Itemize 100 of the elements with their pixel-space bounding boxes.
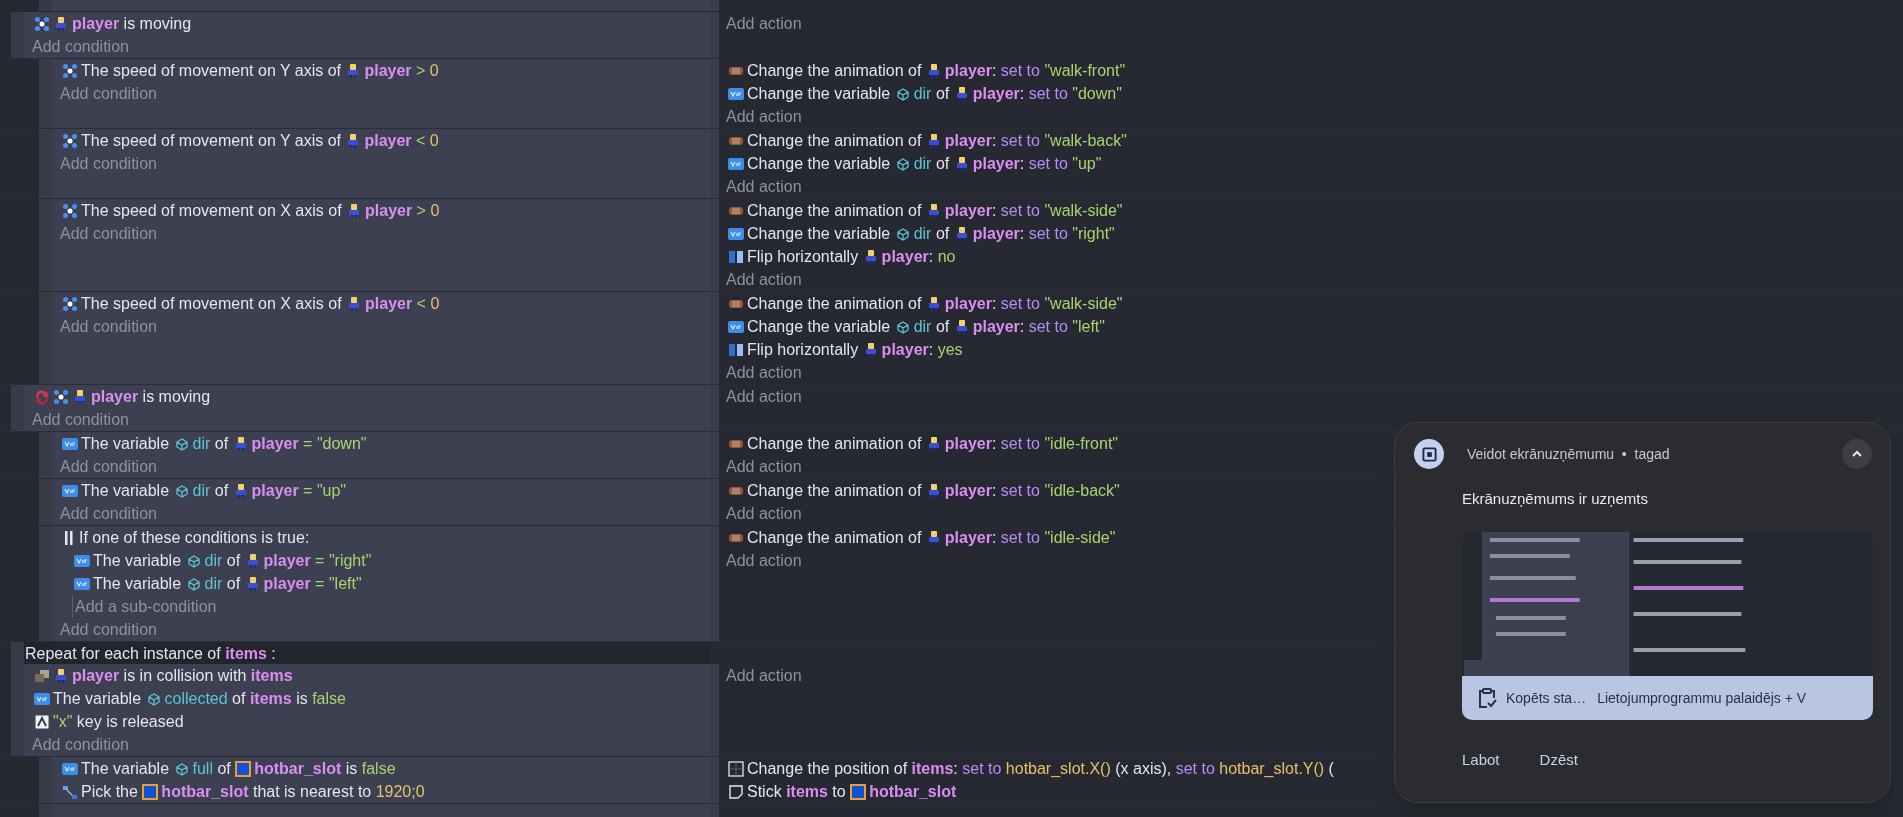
action-text: Stick items to	[747, 782, 847, 802]
add-condition-link[interactable]: Add condition	[60, 458, 157, 475]
notification-action-button[interactable]: Labot	[1462, 748, 1500, 771]
action-text: Change the animation of	[747, 201, 923, 221]
variable-icon	[728, 85, 744, 102]
condition-text: player > 0	[364, 61, 439, 81]
event-handle[interactable]	[39, 757, 52, 803]
screenshot-icon	[1421, 446, 1437, 462]
note-icon	[728, 783, 744, 800]
add-action-link[interactable]: Add action	[726, 667, 802, 684]
event-handle[interactable]	[39, 129, 52, 198]
add-condition-link[interactable]: Add condition	[60, 621, 157, 638]
variable-icon	[62, 482, 78, 499]
condition-text: The variable	[81, 759, 171, 779]
add-action-link[interactable]: Add action	[726, 552, 802, 569]
notification-title: Ekrānuzņēmums ir uzņemts	[1462, 489, 1649, 509]
condition-text: The speed of movement on X axis of	[81, 294, 343, 314]
action-text: Flip horizontally	[747, 340, 860, 360]
event-handle[interactable]	[39, 479, 52, 525]
event-handle[interactable]	[39, 0, 52, 11]
action-text: Change the animation of	[747, 434, 923, 454]
condition-text: The variable	[93, 574, 183, 594]
collision-icon	[34, 667, 50, 684]
action-text: player: set to "up"	[972, 154, 1102, 174]
character-icon	[72, 388, 88, 405]
cross-icon	[62, 62, 78, 79]
add-action-link[interactable]: Add action	[726, 364, 802, 381]
event-handle[interactable]	[39, 292, 52, 384]
action-text: dir of	[913, 224, 951, 244]
add-condition-link[interactable]: Add condition	[60, 225, 157, 242]
event-handle[interactable]	[11, 664, 24, 756]
action-text: Change the position of items: set to hotbar_slot.X() (x axis), set to hotbar_slot.Y() (	[747, 759, 1334, 779]
action-text: player: set to "idle-side"	[944, 528, 1116, 548]
cross-icon	[62, 132, 78, 149]
variable-icon	[728, 318, 744, 335]
flip-icon	[728, 248, 744, 265]
add-condition-link[interactable]: Add condition	[60, 155, 157, 172]
action-text: Change the animation of	[747, 294, 923, 314]
condition-text: player is moving	[72, 14, 192, 34]
condition-text: player < 0	[364, 131, 439, 151]
event-handle[interactable]	[39, 432, 52, 478]
add-condition-link[interactable]: Add condition	[32, 38, 129, 55]
add-action-link[interactable]: Add action	[726, 388, 802, 405]
event-handle[interactable]	[11, 385, 24, 431]
variable-icon	[74, 575, 90, 592]
add-action-link[interactable]: Add action	[726, 178, 802, 195]
event-handle[interactable]	[39, 199, 52, 291]
add-condition-link[interactable]: Add condition	[60, 85, 157, 102]
condition-text: The variable	[81, 481, 171, 501]
condition-text: If one of these conditions is true:	[79, 528, 310, 548]
action-text: player: yes	[881, 340, 963, 360]
screenshot-preview[interactable]: Kopēts sta… Lietojumprogrammu palaidējs + V	[1462, 532, 1873, 720]
add-condition-link[interactable]: Add condition	[60, 505, 157, 522]
cross-icon	[62, 202, 78, 219]
flip-icon	[728, 341, 744, 358]
add-action-link[interactable]: Add action	[726, 271, 802, 288]
action-text: player: set to "right"	[972, 224, 1115, 244]
condition-text: full of	[192, 759, 232, 779]
add-action-link[interactable]: Add action	[726, 458, 802, 475]
event-handle[interactable]	[11, 642, 24, 664]
add-action-link[interactable]: Add action	[726, 505, 802, 522]
notification-source: Veidot ekrānuzņēmumu • tagad	[1467, 444, 1670, 464]
condition-text: player is moving	[91, 387, 211, 407]
clipboard-status: Kopēts sta…	[1506, 688, 1587, 708]
event-handle[interactable]	[39, 59, 52, 128]
add-action-link[interactable]: Add action	[726, 15, 802, 32]
key-icon	[34, 713, 50, 730]
condition-text: The variable	[53, 689, 143, 709]
clipboard-check-icon	[1476, 687, 1498, 709]
action-text: player: set to "down"	[972, 84, 1122, 104]
tile-icon	[850, 783, 867, 800]
condition-text: player < 0	[365, 294, 440, 314]
header-text: Repeat for each instance of items :	[25, 643, 276, 664]
action-text: player: no	[881, 247, 956, 267]
action-text: player: set to "idle-front"	[944, 434, 1118, 454]
event-handle[interactable]	[39, 526, 52, 641]
action-text: player: set to "left"	[972, 317, 1105, 337]
condition-text: player = "down"	[251, 434, 367, 454]
condition-text: The speed of movement on Y axis of	[81, 61, 342, 81]
condition-text: The speed of movement on X axis of	[81, 201, 343, 221]
pick-icon	[62, 783, 78, 800]
variable-icon	[34, 690, 50, 707]
event-handle[interactable]	[11, 12, 24, 58]
notification-action-button[interactable]: Dzēst	[1539, 748, 1578, 771]
condition-text: The variable	[81, 434, 171, 454]
add-action-link[interactable]: Add action	[726, 108, 802, 125]
parallel-bars-icon	[64, 529, 74, 546]
collapse-button[interactable]	[1842, 439, 1872, 469]
add-sub-condition-link[interactable]: Add a sub-condition	[75, 598, 217, 615]
condition-text: player = "right"	[263, 551, 372, 571]
character-icon	[53, 667, 69, 684]
action-text: Change the animation of	[747, 481, 923, 501]
condition-text: The speed of movement on Y axis of	[81, 131, 342, 151]
add-condition-link[interactable]: Add condition	[60, 318, 157, 335]
add-condition-link[interactable]: Add condition	[32, 736, 129, 753]
shortcut-hint: Lietojumprogrammu palaidējs + V	[1597, 688, 1807, 708]
condition-text: player is in collision with items	[72, 666, 293, 686]
character-icon	[53, 15, 69, 32]
condition-text: player = "up"	[251, 481, 347, 501]
add-condition-link[interactable]: Add condition	[32, 411, 129, 428]
